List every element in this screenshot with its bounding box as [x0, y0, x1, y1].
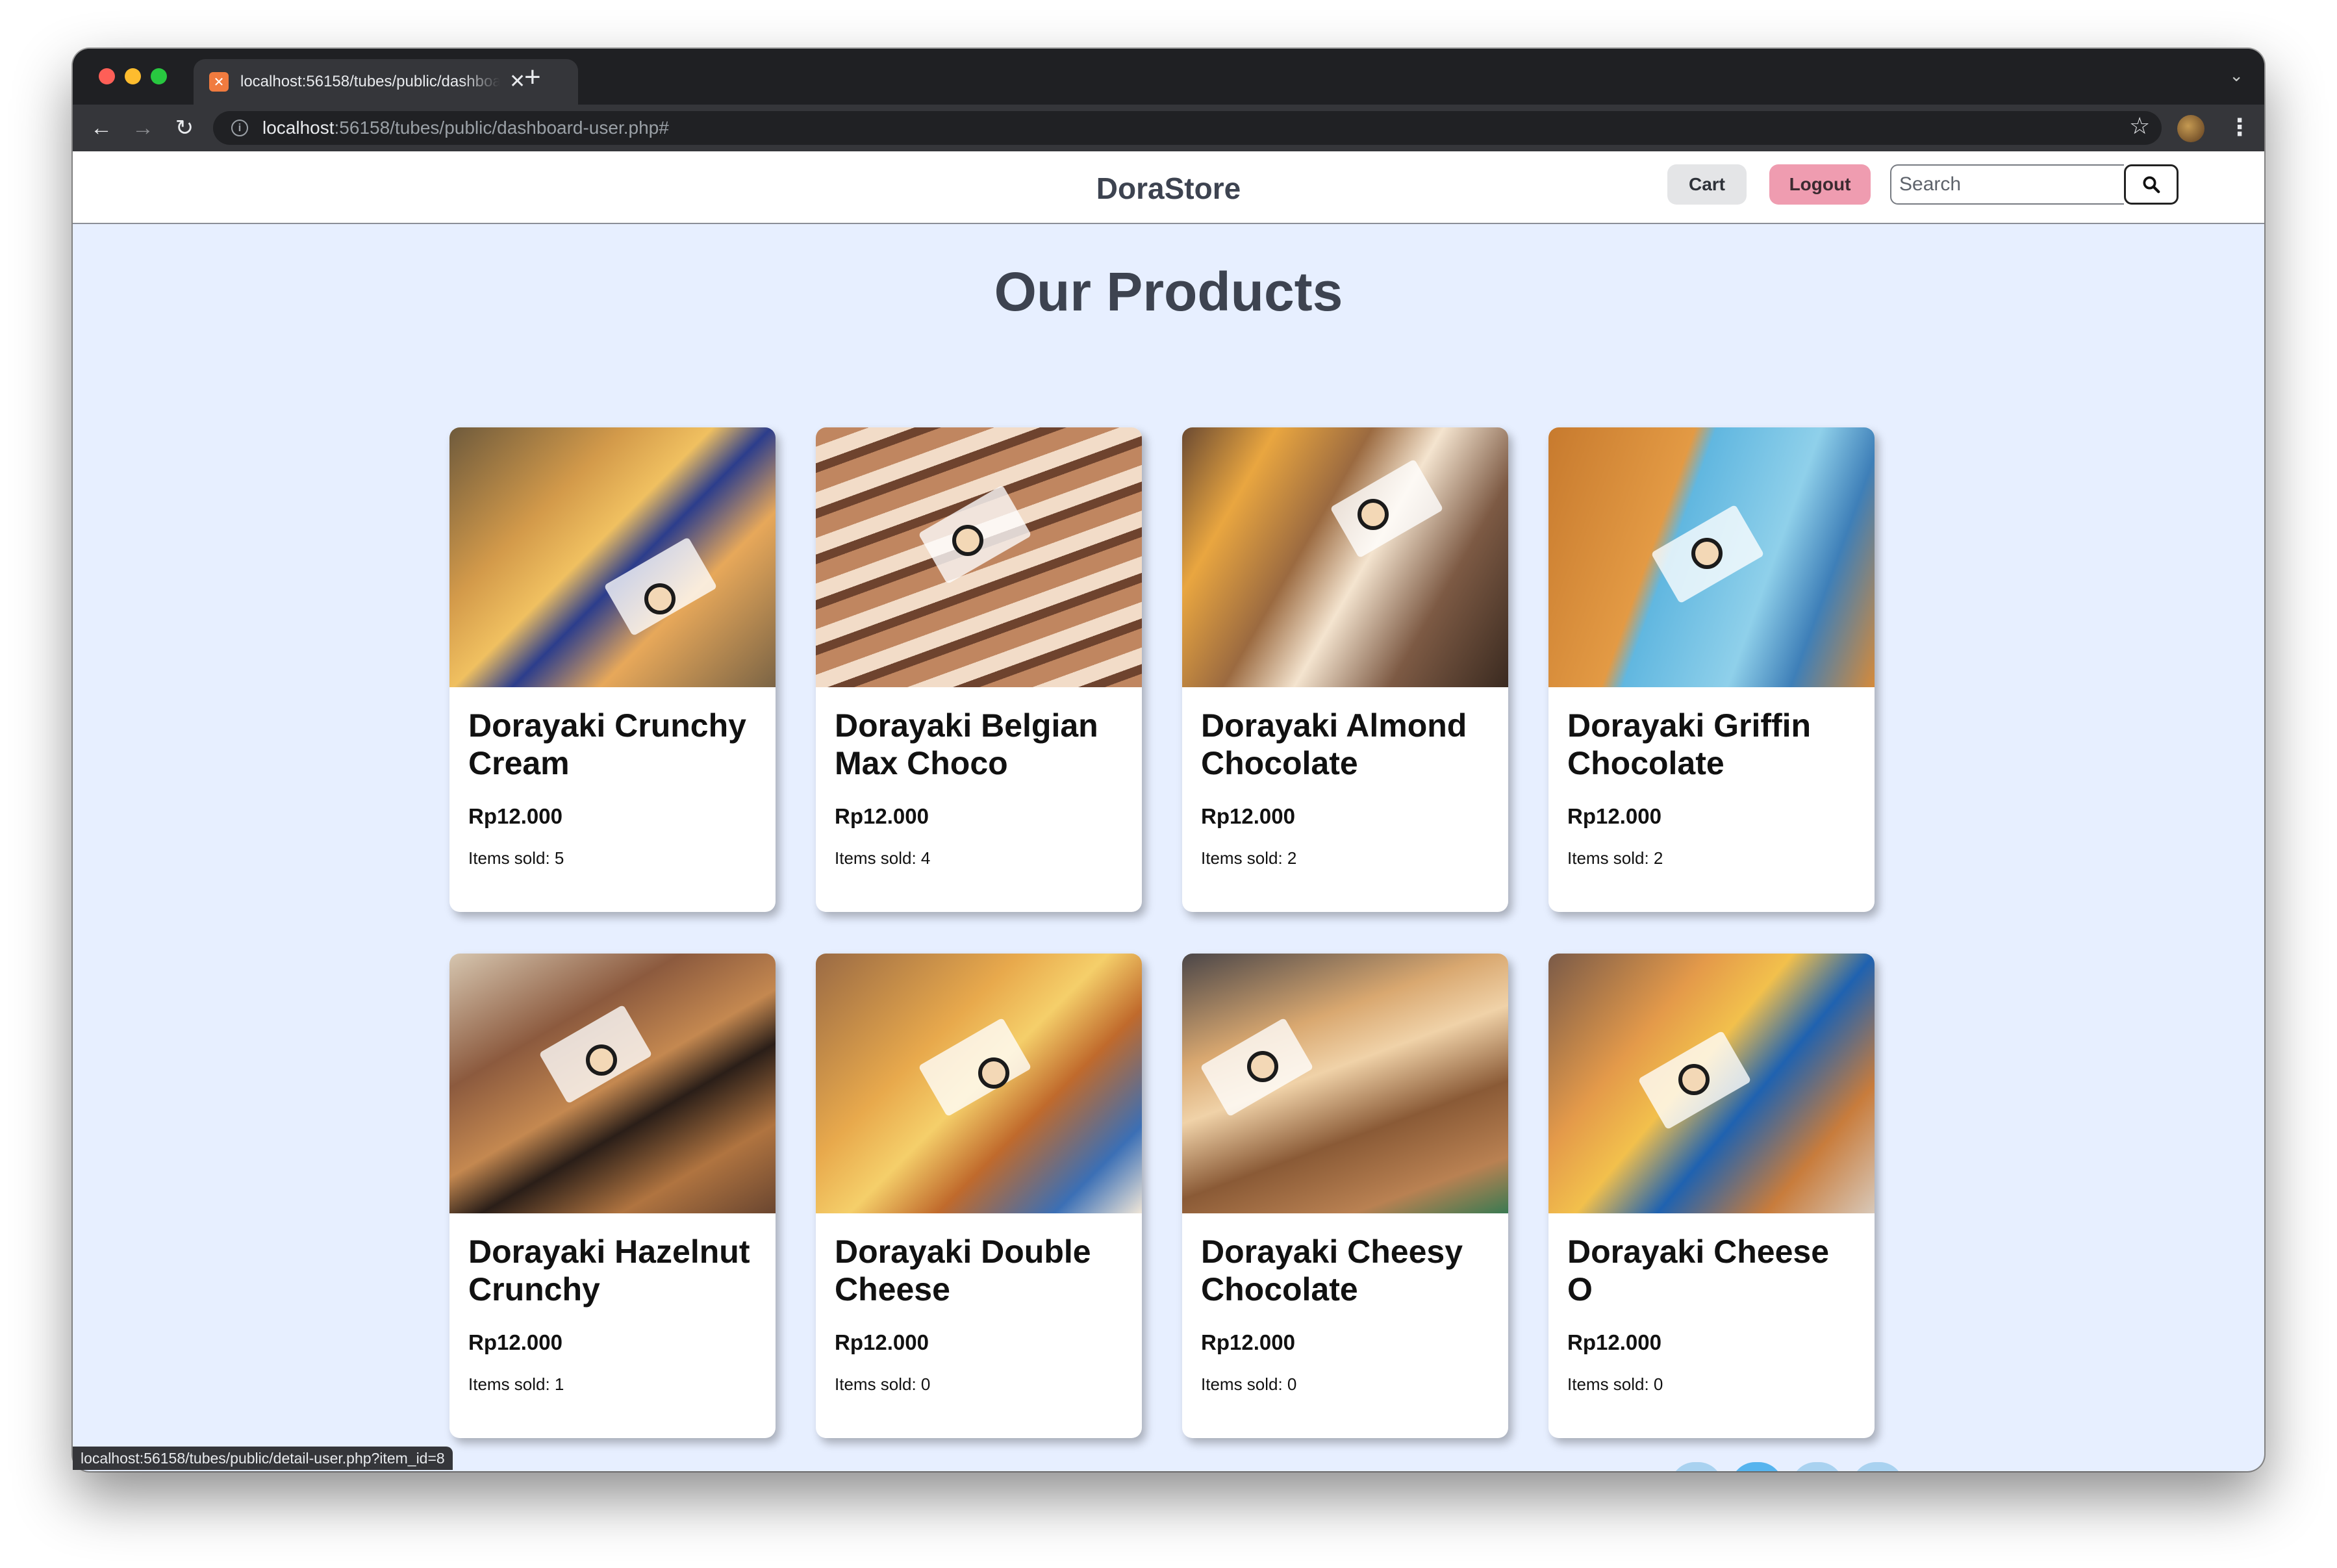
- mascot-face-decoration: [1691, 538, 1723, 569]
- product-items-sold: Items sold: 0: [835, 1374, 931, 1394]
- product-card[interactable]: Dorayaki Griffin Chocolate Rp12.000 Item…: [1548, 427, 1875, 912]
- maximize-window-button[interactable]: [151, 68, 167, 84]
- product-card[interactable]: Dorayaki Cheesy Chocolate Rp12.000 Items…: [1182, 954, 1508, 1438]
- browser-window: ✕ localhost:56158/tubes/public/dashboard…: [73, 49, 2264, 1471]
- product-items-sold: Items sold: 4: [835, 848, 931, 868]
- tab-strip: ✕ localhost:56158/tubes/public/dashboard…: [73, 49, 2264, 105]
- product-items-sold: Items sold: 2: [1201, 848, 1297, 868]
- reload-icon[interactable]: ↻: [164, 117, 205, 139]
- product-price: Rp12.000: [835, 1330, 929, 1354]
- search-input[interactable]: [1890, 164, 2124, 205]
- new-tab-button[interactable]: +: [524, 63, 541, 92]
- product-name[interactable]: Dorayaki Double Cheese: [835, 1233, 1129, 1308]
- pagination-next-button[interactable]: »: [1852, 1462, 1904, 1471]
- mascot-face-decoration: [1678, 1064, 1710, 1095]
- search-button[interactable]: [2124, 164, 2179, 205]
- product-items-sold: Items sold: 2: [1567, 848, 1663, 868]
- minimize-window-button[interactable]: [125, 68, 141, 84]
- product-card[interactable]: Dorayaki Cheese O Rp12.000 Items sold: 0: [1548, 954, 1875, 1438]
- product-name[interactable]: Dorayaki Crunchy Cream: [468, 707, 763, 782]
- profile-avatar[interactable]: [2177, 115, 2204, 142]
- link-status-bar: localhost:56158/tubes/public/detail-user…: [73, 1447, 453, 1470]
- product-items-sold: Items sold: 1: [468, 1374, 564, 1394]
- close-tab-icon[interactable]: ✕: [509, 72, 525, 92]
- pagination-page-2[interactable]: 2: [1791, 1462, 1843, 1471]
- bookmark-star-icon[interactable]: ☆: [2129, 112, 2150, 140]
- close-window-button[interactable]: [99, 68, 115, 84]
- product-card[interactable]: Dorayaki Hazelnut Crunchy Rp12.000 Items…: [449, 954, 776, 1438]
- browser-menu-icon[interactable]: ⋮: [2228, 114, 2251, 141]
- product-card[interactable]: Dorayaki Belgian Max Choco Rp12.000 Item…: [816, 427, 1142, 912]
- product-name[interactable]: Dorayaki Belgian Max Choco: [835, 707, 1129, 782]
- back-arrow-icon[interactable]: ←: [81, 117, 122, 139]
- forward-arrow-icon[interactable]: →: [122, 117, 164, 139]
- product-card[interactable]: Dorayaki Double Cheese Rp12.000 Items so…: [816, 954, 1142, 1438]
- product-image[interactable]: [816, 954, 1142, 1213]
- xampp-favicon-icon: ✕: [209, 72, 229, 92]
- mascot-face-decoration: [978, 1057, 1009, 1089]
- product-price: Rp12.000: [1201, 1330, 1295, 1354]
- product-image[interactable]: [449, 427, 776, 687]
- site-info-icon[interactable]: i: [231, 120, 248, 136]
- pagination-page-1[interactable]: 1: [1731, 1462, 1783, 1471]
- product-image[interactable]: [1182, 954, 1508, 1213]
- tab-list-chevron-icon[interactable]: ⌄: [2229, 66, 2243, 86]
- product-price: Rp12.000: [1201, 804, 1295, 828]
- page-viewport: DoraStore Cart Logout Our Products Doray…: [73, 151, 2264, 1471]
- mascot-face-decoration: [1247, 1051, 1278, 1082]
- mascot-face-decoration: [586, 1044, 617, 1076]
- product-items-sold: Items sold: 0: [1201, 1374, 1297, 1394]
- product-name[interactable]: Dorayaki Hazelnut Crunchy: [468, 1233, 763, 1308]
- search-icon: [2143, 176, 2160, 194]
- product-price: Rp12.000: [468, 804, 562, 828]
- product-price: Rp12.000: [1567, 1330, 1661, 1354]
- product-items-sold: Items sold: 0: [1567, 1374, 1663, 1394]
- url-path: :56158/tubes/public/dashboard-user.php#: [334, 118, 669, 138]
- product-image[interactable]: [1548, 954, 1875, 1213]
- url-host: localhost: [262, 118, 335, 138]
- product-image[interactable]: [816, 427, 1142, 687]
- product-price: Rp12.000: [835, 804, 929, 828]
- product-image[interactable]: [1548, 427, 1875, 687]
- mascot-face-decoration: [1358, 499, 1389, 530]
- product-card[interactable]: Dorayaki Almond Chocolate Rp12.000 Items…: [1182, 427, 1508, 912]
- mascot-face-decoration: [952, 525, 983, 556]
- product-card[interactable]: Dorayaki Crunchy Cream Rp12.000 Items so…: [449, 427, 776, 912]
- package-label-decoration: [918, 1017, 1032, 1117]
- product-image[interactable]: [449, 954, 776, 1213]
- page-title: Our Products: [994, 261, 1343, 322]
- logout-button[interactable]: Logout: [1769, 164, 1871, 205]
- browser-tab-active[interactable]: ✕ localhost:56158/tubes/public/dashboard…: [194, 59, 578, 105]
- product-name[interactable]: Dorayaki Griffin Chocolate: [1567, 707, 1862, 782]
- product-price: Rp12.000: [1567, 804, 1661, 828]
- product-name[interactable]: Dorayaki Cheesy Chocolate: [1201, 1233, 1495, 1308]
- site-navbar: DoraStore Cart Logout: [73, 151, 2264, 224]
- product-image[interactable]: [1182, 427, 1508, 687]
- mascot-face-decoration: [644, 583, 676, 614]
- pagination-prev-button[interactable]: «: [1671, 1462, 1723, 1471]
- cart-button[interactable]: Cart: [1667, 164, 1747, 205]
- product-name[interactable]: Dorayaki Almond Chocolate: [1201, 707, 1495, 782]
- browser-toolbar: ← → ↻ i localhost:56158/tubes/public/das…: [73, 105, 2264, 151]
- product-items-sold: Items sold: 5: [468, 848, 564, 868]
- tab-title: localhost:56158/tubes/public/dashboard-u…: [240, 73, 500, 90]
- address-bar[interactable]: i localhost:56158/tubes/public/dashboard…: [213, 111, 2162, 145]
- product-name[interactable]: Dorayaki Cheese O: [1567, 1233, 1862, 1308]
- product-price: Rp12.000: [468, 1330, 562, 1354]
